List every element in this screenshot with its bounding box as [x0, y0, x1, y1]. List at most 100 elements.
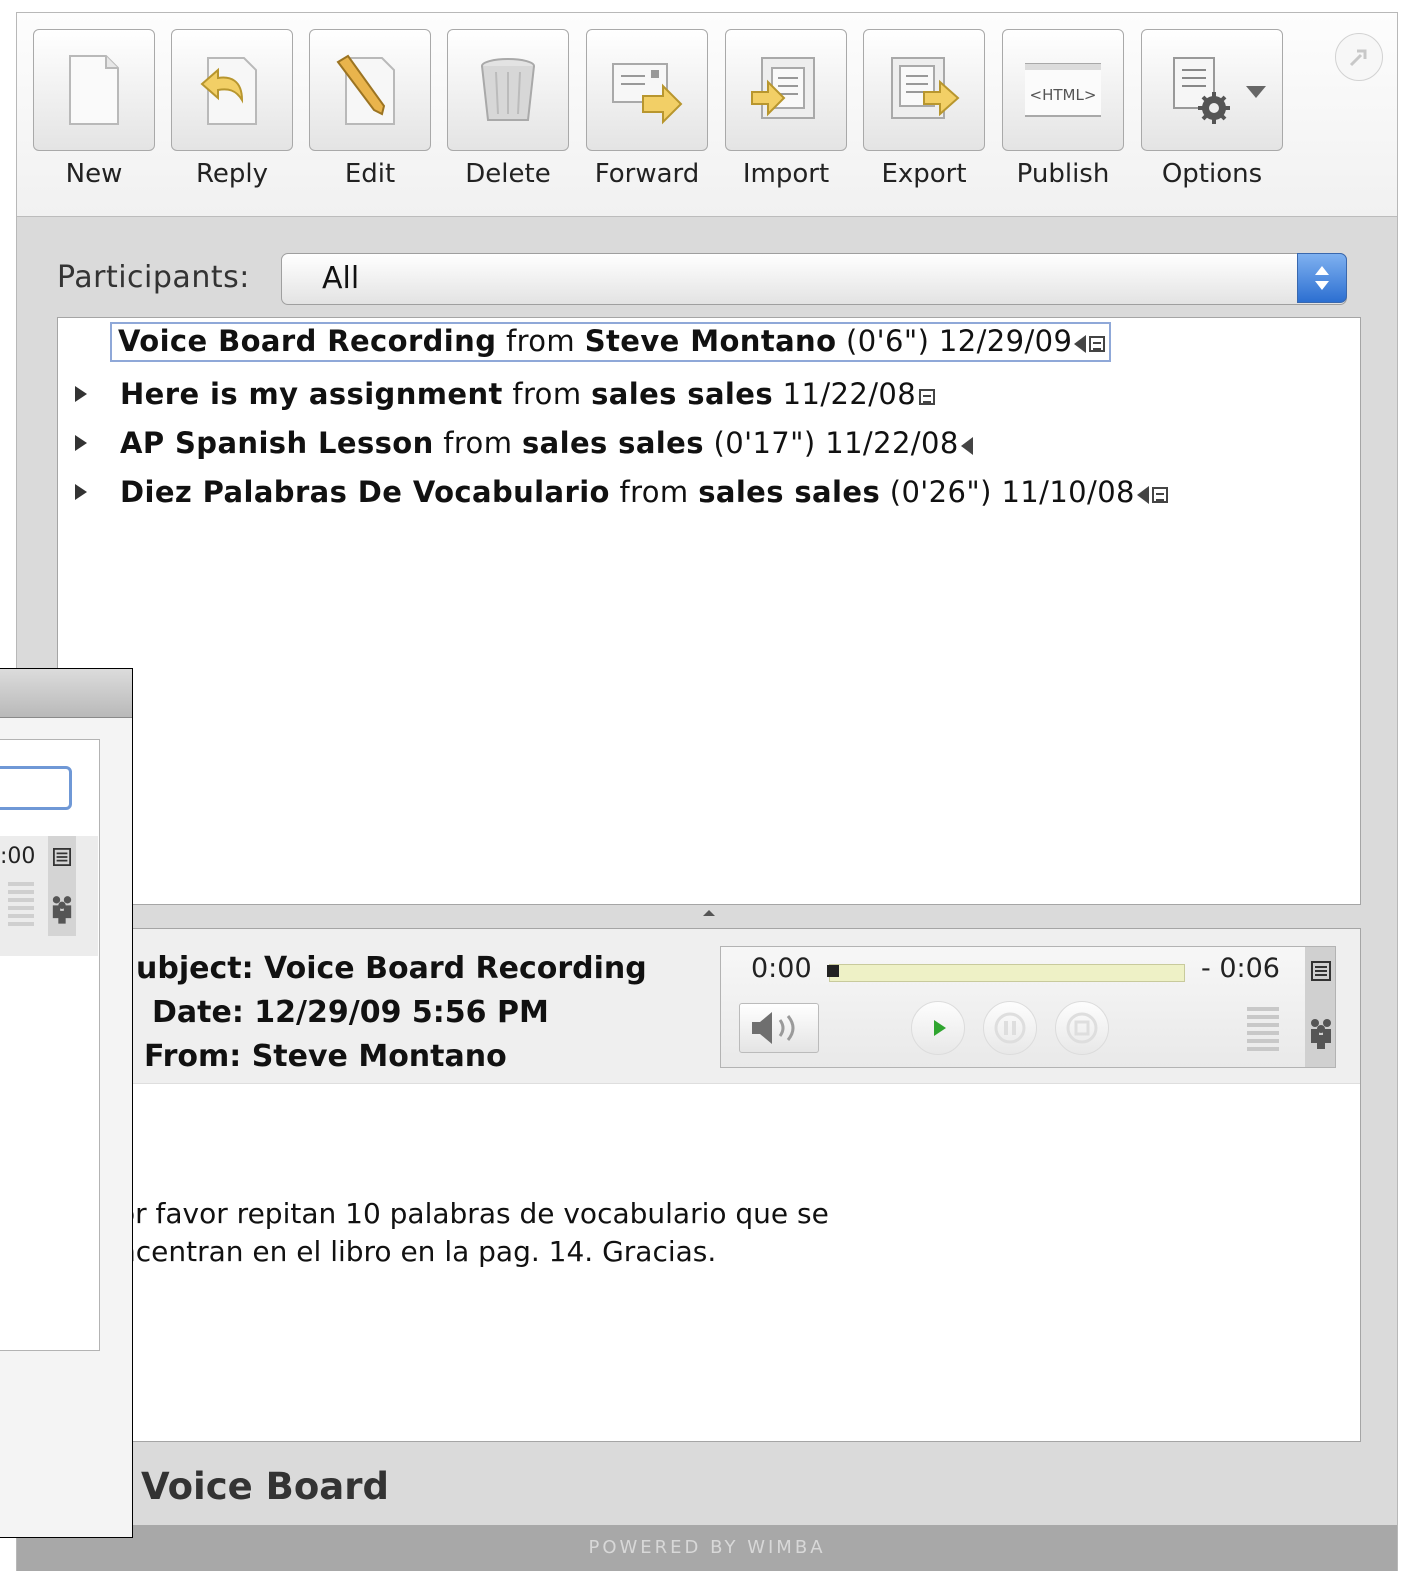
player-sidebar	[1305, 947, 1335, 1067]
message-body-line: or favor repitan 10 palabras de vocabula…	[118, 1197, 829, 1230]
message-header: ubject: Voice Board Recording Date: 12/2…	[58, 929, 1360, 1084]
expand-triangle-icon[interactable]	[74, 385, 88, 403]
reply-icon	[200, 57, 257, 125]
forward-button-label: Forward	[594, 159, 700, 189]
footer-title: Voice Board	[141, 1465, 389, 1508]
delete-button-box[interactable]	[447, 29, 569, 151]
reply-button-label: Reply	[195, 159, 268, 189]
toolbar: New Reply Edit Delete Forward Import Exp…	[17, 13, 1397, 217]
audio-player: 0:00 - 0:06	[720, 946, 1336, 1068]
reply-button[interactable]: Reply	[171, 29, 293, 203]
message-body-line: ncentran en el libro en la pag. 14. Grac…	[118, 1235, 717, 1268]
overlapping-window-player-sidebar	[48, 836, 76, 936]
edit-pencil-icon	[336, 54, 395, 125]
new-document-icon	[69, 55, 119, 125]
message-row-text[interactable]: Voice Board Recording from Steve Montano…	[110, 322, 1112, 362]
publish-button[interactable]: <HTML> Publish	[1002, 29, 1124, 203]
new-button-box[interactable]	[33, 29, 155, 151]
overlapping-window-field[interactable]	[0, 766, 72, 810]
expand-triangle-icon[interactable]	[74, 434, 88, 452]
message-list[interactable]: Voice Board Recording from Steve Montano…	[57, 317, 1361, 905]
date-row: Date: 12/29/09 5:56 PM	[152, 995, 549, 1030]
new-button-label: New	[65, 159, 123, 189]
message-row-text[interactable]: Diez Palabras De Vocabulario from sales …	[120, 475, 1168, 509]
play-button[interactable]	[911, 1001, 965, 1055]
export-button-label: Export	[881, 159, 967, 189]
message-row-text[interactable]: AP Spanish Lesson from sales sales (0'17…	[120, 426, 973, 460]
menu-icon[interactable]	[53, 848, 71, 866]
pane-splitter[interactable]	[57, 906, 1359, 926]
speaker-icon	[1074, 335, 1087, 353]
date-value: 12/29/09 5:56 PM	[254, 995, 549, 1030]
import-button-box[interactable]	[725, 29, 847, 151]
overlapping-window-titlebar[interactable]	[0, 669, 132, 718]
people-icon	[1311, 1019, 1331, 1049]
message-detail-pane: ubject: Voice Board Recording Date: 12/2…	[57, 928, 1361, 1442]
pause-icon	[994, 1012, 1026, 1044]
pause-button[interactable]	[983, 1001, 1037, 1055]
options-button-box[interactable]	[1141, 29, 1283, 151]
subject-label: ubject:	[136, 951, 254, 986]
export-icon	[891, 57, 960, 119]
message-row-text[interactable]: Here is my assignment from sales sales 1…	[120, 377, 936, 411]
progress-track[interactable]	[829, 964, 1185, 982]
note-icon	[1151, 487, 1168, 503]
svg-text:<HTML>: <HTML>	[1030, 86, 1097, 104]
options-button[interactable]: Options	[1141, 29, 1283, 203]
edit-button-label: Edit	[344, 159, 396, 189]
forward-button-box[interactable]	[586, 29, 708, 151]
stop-icon	[1066, 1012, 1098, 1044]
options-button-label: Options	[1161, 159, 1263, 189]
delete-button[interactable]: Delete	[447, 29, 569, 203]
overlapping-window: :00	[0, 668, 133, 1538]
pin-arrow-icon	[1349, 49, 1367, 67]
participants-selected-value: All	[322, 261, 360, 296]
level-meter	[8, 882, 34, 926]
message-body: or favor repitan 10 palabras de vocabula…	[118, 1195, 829, 1271]
html-publish-icon: <HTML>	[1025, 63, 1101, 117]
overlapping-window-player: :00	[0, 836, 98, 956]
note-icon	[919, 389, 936, 405]
reply-button-box[interactable]	[171, 29, 293, 151]
new-button[interactable]: New	[33, 29, 155, 203]
pin-button[interactable]	[1335, 33, 1383, 81]
overlapping-window-time: :00	[0, 844, 36, 869]
stop-button[interactable]	[1055, 1001, 1109, 1055]
volume-button[interactable]	[739, 1003, 819, 1053]
subject-row: ubject: Voice Board Recording	[136, 951, 647, 986]
participants-select[interactable]: All	[281, 253, 1347, 305]
delete-button-label: Delete	[465, 159, 551, 189]
progress-knob[interactable]	[827, 965, 839, 977]
publish-button-box[interactable]: <HTML>	[1002, 29, 1124, 151]
select-arrows-icon[interactable]	[1297, 253, 1347, 303]
trash-icon	[481, 58, 535, 121]
from-value: Steve Montano	[251, 1039, 507, 1074]
people-icon	[52, 896, 72, 924]
import-button[interactable]: Import	[725, 29, 847, 203]
options-gear-icon	[1173, 57, 1230, 124]
from-row: From: Steve Montano	[144, 1039, 507, 1074]
forward-button[interactable]: Forward	[586, 29, 708, 203]
play-icon	[934, 1020, 946, 1036]
speaker-icon	[960, 437, 973, 455]
edit-button-box[interactable]	[309, 29, 431, 151]
voice-board-window: New Reply Edit Delete Forward Import Exp…	[16, 12, 1398, 1571]
export-button[interactable]: Export	[863, 29, 985, 203]
menu-icon[interactable]	[1311, 961, 1331, 981]
export-button-box[interactable]	[863, 29, 985, 151]
volume-speaker-icon	[752, 1012, 795, 1044]
from-label: From:	[144, 1039, 242, 1074]
publish-button-label: Publish	[1016, 159, 1110, 189]
edit-button[interactable]: Edit	[309, 29, 431, 203]
forward-icon	[612, 63, 683, 125]
import-icon	[751, 57, 815, 119]
subject-value: Voice Board Recording	[264, 951, 647, 986]
overlapping-window-panel: :00	[0, 739, 100, 1351]
participants-label: Participants:	[57, 260, 250, 295]
powered-by-bar: POWERED BY WIMBA	[17, 1525, 1397, 1571]
expand-triangle-icon[interactable]	[74, 483, 88, 501]
level-meter	[1247, 1007, 1279, 1055]
import-button-label: Import	[742, 159, 830, 189]
date-label: Date:	[152, 995, 244, 1030]
remaining-time: - 0:06	[1201, 953, 1280, 984]
